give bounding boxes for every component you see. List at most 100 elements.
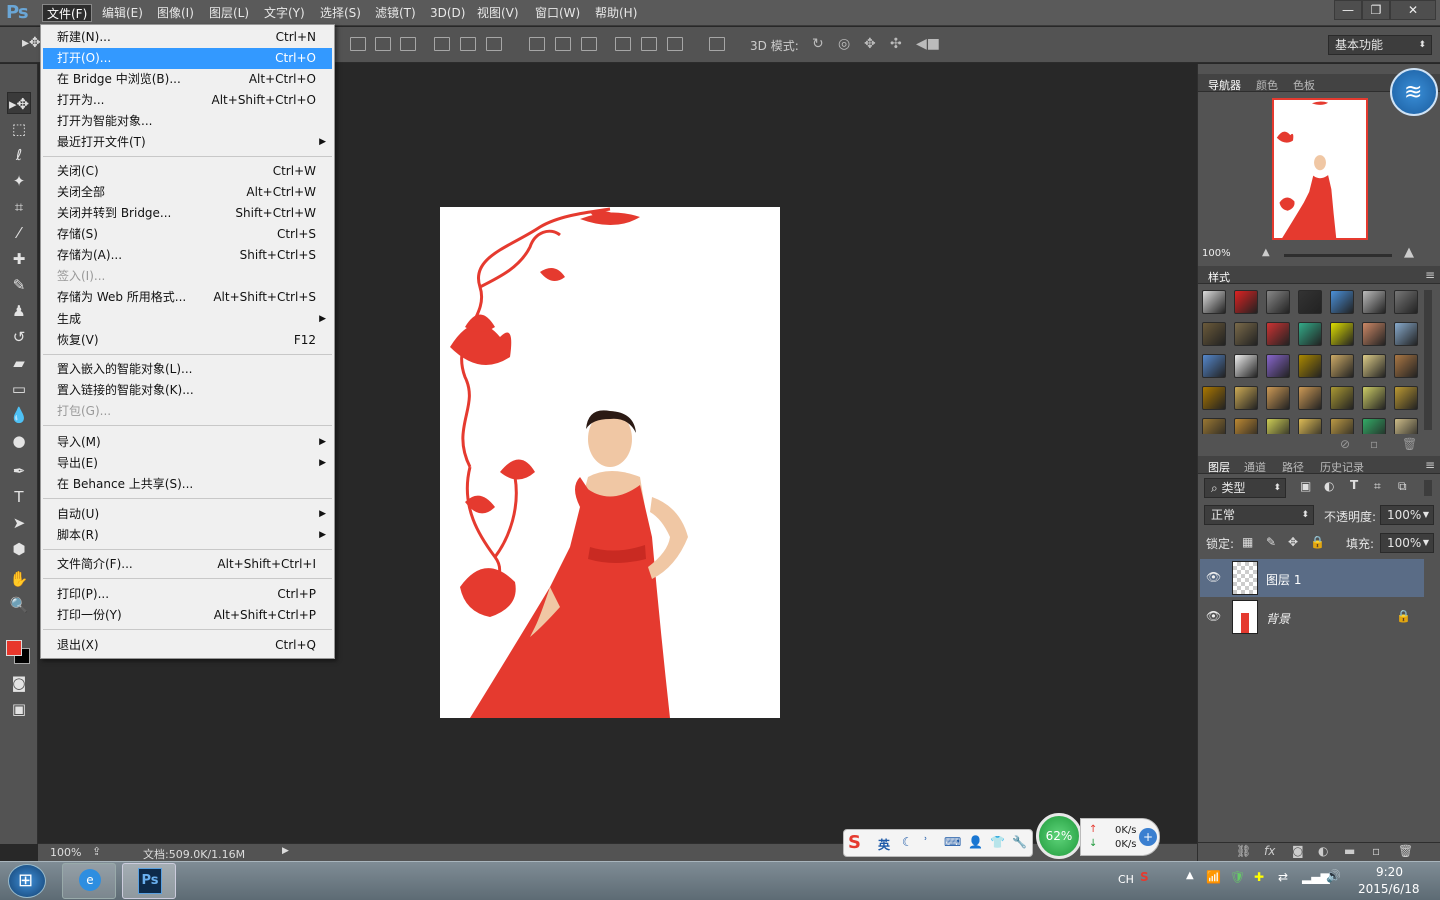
marquee-tool-icon[interactable]: ⬚ <box>7 118 31 140</box>
tab-layers[interactable]: 图层 <box>1208 459 1230 475</box>
eraser-tool-icon[interactable]: ▰ <box>7 352 31 374</box>
lock-position-icon[interactable]: ✥ <box>1288 535 1298 549</box>
style-swatch[interactable] <box>1330 418 1354 434</box>
layers-panel-menu-icon[interactable]: ≡ <box>1425 458 1435 472</box>
adjustment-layer-icon[interactable]: ◐ <box>1318 844 1328 858</box>
tab-swatches[interactable]: 色板 <box>1293 77 1315 93</box>
style-swatch[interactable] <box>1298 386 1322 410</box>
style-swatch[interactable] <box>1330 290 1354 314</box>
input-language[interactable]: CH <box>1118 873 1134 886</box>
style-swatch[interactable] <box>1202 418 1226 434</box>
stamp-tool-icon[interactable]: ♟ <box>7 300 31 322</box>
style-swatch[interactable] <box>1266 418 1290 434</box>
taskbar-app-browser[interactable]: e <box>62 863 116 899</box>
filter-adjustment-icon[interactable]: ◐ <box>1324 479 1334 493</box>
fill-field[interactable]: 100% ▼ <box>1380 533 1434 553</box>
skin-shirt-icon[interactable]: 👕 <box>990 835 1005 849</box>
align-top-icon[interactable] <box>350 37 366 51</box>
tab-channels[interactable]: 通道 <box>1244 459 1266 475</box>
3d-drag-icon[interactable]: ✥ <box>864 36 876 52</box>
menu-item-export[interactable]: 导出(E) ▶ <box>43 453 332 474</box>
menu-item-print[interactable]: 打印(P)... Ctrl+P <box>43 584 332 605</box>
navigator-zoom-slider[interactable] <box>1284 254 1392 257</box>
menu-item-close-all[interactable]: 关闭全部 Alt+Ctrl+W <box>43 182 332 203</box>
app-tray-icon[interactable]: ✚ <box>1254 870 1264 884</box>
3d-rotate-icon[interactable]: ↻ <box>812 36 824 52</box>
menu-item-recent-files[interactable]: 最近打开文件(T) ▶ <box>43 132 332 153</box>
align-right-icon[interactable] <box>486 37 502 51</box>
style-swatch[interactable] <box>1394 418 1418 434</box>
style-swatch[interactable] <box>1394 290 1418 314</box>
menu-file[interactable]: 文件(F) <box>42 4 93 22</box>
3d-slide-icon[interactable]: ✣ <box>890 36 902 52</box>
punctuation-icon[interactable]: ʾ <box>924 835 928 849</box>
type-tool-icon[interactable]: T <box>7 486 31 508</box>
zoom-tool-icon[interactable]: 🔍 <box>7 594 31 616</box>
menu-item-place-embedded[interactable]: 置入嵌入的智能对象(L)... <box>43 359 332 380</box>
healing-brush-tool-icon[interactable]: ✚ <box>7 248 31 270</box>
menu-select[interactable]: 选择(S) <box>316 4 365 22</box>
layer-name[interactable]: 图层 1 <box>1266 571 1301 588</box>
style-swatch[interactable] <box>1266 290 1290 314</box>
style-swatch[interactable] <box>1266 386 1290 410</box>
lock-transparency-icon[interactable]: ▦ <box>1242 535 1253 549</box>
align-hcenter-icon[interactable] <box>460 37 476 51</box>
move-tool-icon[interactable]: ▸✥ <box>7 92 31 114</box>
taskbar-app-photoshop[interactable]: Ps <box>122 863 176 899</box>
minimize-button[interactable]: — <box>1334 0 1362 20</box>
security-tray-icon[interactable]: 🛡 <box>1230 870 1245 884</box>
menu-item-share-behance[interactable]: 在 Behance 上共享(S)... <box>43 474 332 495</box>
lock-all-icon[interactable]: 🔒 <box>1310 535 1325 549</box>
menu-item-print-one-copy[interactable]: 打印一份(Y) Alt+Shift+Ctrl+P <box>43 605 332 626</box>
layer-row-layer1[interactable]: 👁 图层 1 <box>1200 559 1424 597</box>
network-tray-icon[interactable]: 📶 <box>1206 870 1221 884</box>
menu-filter[interactable]: 滤镜(T) <box>371 4 420 22</box>
visibility-eye-icon[interactable]: 👁 <box>1206 609 1221 623</box>
menu-view[interactable]: 视图(V) <box>473 4 523 22</box>
network-speed-ball[interactable]: 62% <box>1036 813 1082 859</box>
menu-edit[interactable]: 编辑(E) <box>98 4 147 22</box>
style-swatch[interactable] <box>1202 290 1226 314</box>
magic-wand-tool-icon[interactable]: ✦ <box>7 170 31 192</box>
layer-row-background[interactable]: 👁 背景 🔒 <box>1200 598 1424 636</box>
tab-history[interactable]: 历史记录 <box>1320 459 1364 475</box>
layer-name[interactable]: 背景 <box>1266 610 1290 627</box>
menu-item-file-info[interactable]: 文件简介(F)... Alt+Shift+Ctrl+I <box>43 554 332 575</box>
filter-smart-object-icon[interactable]: ⧉ <box>1398 479 1407 494</box>
style-swatch[interactable] <box>1362 322 1386 346</box>
user-icon[interactable]: 👤 <box>968 835 983 849</box>
menu-item-open-smart-object[interactable]: 打开为智能对象... <box>43 111 332 132</box>
clock-time[interactable]: 9:20 <box>1376 865 1403 879</box>
add-mask-icon[interactable]: ◙ <box>1292 844 1304 858</box>
opacity-field[interactable]: 100% ▼ <box>1380 505 1434 525</box>
style-swatch[interactable] <box>1330 354 1354 378</box>
distribute-vcenter-icon[interactable] <box>555 37 571 51</box>
status-menu-arrow-icon[interactable]: ▶ <box>282 846 289 856</box>
style-swatch[interactable] <box>1362 386 1386 410</box>
history-brush-tool-icon[interactable]: ↺ <box>7 326 31 348</box>
menu-image[interactable]: 图像(I) <box>153 4 198 22</box>
menu-item-generate[interactable]: 生成 ▶ <box>43 309 332 330</box>
blur-tool-icon[interactable]: 💧 <box>7 404 31 426</box>
zoom-in-icon[interactable]: ▲ <box>1404 245 1414 260</box>
clear-style-icon[interactable]: ⊘ <box>1340 437 1350 451</box>
panel-menu-icon[interactable]: ≡ <box>1425 268 1435 282</box>
gradient-tool-icon[interactable]: ▭ <box>7 378 31 400</box>
auto-align-icon[interactable] <box>709 37 725 51</box>
wrench-icon[interactable]: 🔧 <box>1012 835 1027 849</box>
menu-type[interactable]: 文字(Y) <box>260 4 309 22</box>
path-select-tool-icon[interactable]: ➤ <box>7 512 31 534</box>
lock-pixels-icon[interactable]: ✎ <box>1266 535 1276 549</box>
tab-navigator[interactable]: 导航器 <box>1208 77 1241 93</box>
filter-pixel-icon[interactable]: ▣ <box>1300 479 1311 493</box>
filter-type-icon[interactable]: T <box>1350 478 1358 492</box>
distribute-top-icon[interactable] <box>529 37 545 51</box>
style-swatch[interactable] <box>1202 386 1226 410</box>
menu-item-revert[interactable]: 恢复(V) F12 <box>43 330 332 351</box>
blend-mode-select[interactable]: 正常 ⬍ <box>1204 505 1314 525</box>
navigator-thumbnail[interactable] <box>1272 98 1368 240</box>
wifi-widget[interactable]: ≋ <box>1390 68 1438 116</box>
distribute-right-icon[interactable] <box>667 37 683 51</box>
menu-help[interactable]: 帮助(H) <box>591 4 641 22</box>
style-swatch[interactable] <box>1330 322 1354 346</box>
